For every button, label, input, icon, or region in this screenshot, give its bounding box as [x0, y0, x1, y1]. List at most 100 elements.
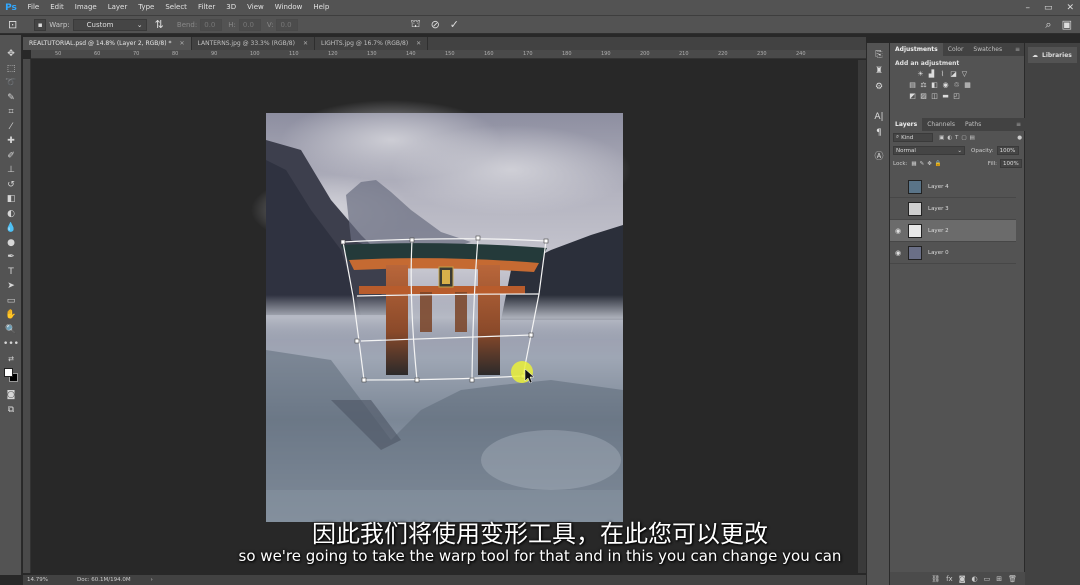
h-field[interactable]: 0.0: [238, 18, 261, 31]
clone-stamp-tool-icon[interactable]: ⊥: [0, 163, 22, 178]
pen-tool-icon[interactable]: ✒: [0, 250, 22, 265]
visibility-eye-icon[interactable]: ◉: [890, 227, 906, 235]
swap-colors-icon[interactable]: ⇄: [0, 352, 22, 367]
new-layer-icon[interactable]: ⊞: [996, 575, 1002, 583]
color-balance-icon[interactable]: ⚖: [919, 81, 928, 90]
type-tool-icon[interactable]: T: [0, 265, 22, 280]
hand-tool-icon[interactable]: ✋: [0, 308, 22, 323]
layer-row[interactable]: Layer 4: [890, 176, 1016, 198]
tab-color[interactable]: Color: [943, 43, 969, 56]
menu-view[interactable]: View: [242, 0, 270, 15]
lasso-tool-icon[interactable]: ➰: [0, 76, 22, 91]
curves-icon[interactable]: ⌇: [938, 70, 947, 79]
visibility-eye-icon[interactable]: ◉: [890, 249, 906, 257]
libraries-button[interactable]: ☁ Libraries: [1028, 47, 1077, 63]
levels-icon[interactable]: ▟: [927, 70, 936, 79]
menu-filter[interactable]: Filter: [192, 0, 220, 15]
blur-tool-icon[interactable]: 💧: [0, 221, 22, 236]
maximize-icon[interactable]: ▭: [1044, 3, 1053, 13]
close-icon[interactable]: ✕: [179, 40, 184, 47]
opacity-field[interactable]: 100%: [996, 146, 1019, 155]
menu-help[interactable]: Help: [308, 0, 335, 15]
threshold-icon[interactable]: ◫: [930, 92, 939, 101]
cancel-transform-icon[interactable]: ⊘: [431, 18, 440, 31]
close-icon[interactable]: ✕: [416, 40, 421, 47]
panel-menu-icon[interactable]: ≡: [1015, 46, 1020, 53]
gradient-map-icon[interactable]: ▬: [941, 92, 950, 101]
new-group-icon[interactable]: ▭: [984, 575, 991, 583]
character-icon[interactable]: A|: [867, 109, 891, 125]
tab-lanterns[interactable]: LANTERNS.jpg @ 33.3% (RGB/8) ✕: [192, 37, 315, 50]
menu-image[interactable]: Image: [69, 0, 102, 15]
color-swatches[interactable]: [0, 366, 22, 388]
search-icon[interactable]: ⌕: [1045, 18, 1051, 32]
eraser-tool-icon[interactable]: ◧: [0, 192, 22, 207]
filter-icons[interactable]: ▣◐T▢▤: [939, 135, 978, 141]
add-mask-icon[interactable]: ◙: [959, 575, 966, 583]
dodge-tool-icon[interactable]: ●: [0, 236, 22, 251]
minimize-icon[interactable]: –: [1025, 3, 1030, 13]
invert-icon[interactable]: ◩: [908, 92, 917, 101]
rectangle-tool-icon[interactable]: ▭: [0, 294, 22, 309]
menu-layer[interactable]: Layer: [102, 0, 133, 15]
v-field[interactable]: 0.0: [276, 18, 299, 31]
layer-row[interactable]: Layer 3: [890, 198, 1016, 220]
commit-transform-icon[interactable]: ✓: [450, 18, 459, 31]
crop-tool-icon[interactable]: ⌗: [0, 105, 22, 120]
tab-adjustments[interactable]: Adjustments: [890, 43, 943, 56]
history-icon[interactable]: ⎘: [867, 47, 891, 63]
kind-filter-select[interactable]: ⌕ Kind: [893, 133, 933, 142]
menu-window[interactable]: Window: [269, 0, 308, 15]
layer-style-icon[interactable]: fx: [946, 575, 953, 583]
glyphs-icon[interactable]: Ⓐ: [867, 147, 891, 163]
document-canvas[interactable]: [31, 60, 858, 573]
panel-menu-icon[interactable]: ≡: [1016, 121, 1021, 128]
menu-type[interactable]: Type: [133, 0, 160, 15]
blend-mode-select[interactable]: Normal ⌄: [893, 146, 965, 155]
warp-mode-icon[interactable]: ▪: [34, 18, 47, 31]
tab-paths[interactable]: Paths: [960, 118, 986, 131]
layer-row[interactable]: ◉ Layer 2: [890, 220, 1016, 242]
channel-mixer-icon[interactable]: ♲: [952, 81, 961, 90]
quick-mask-icon[interactable]: ◙: [0, 388, 22, 403]
menu-3d[interactable]: 3D: [221, 0, 242, 15]
hue-saturation-icon[interactable]: ▤: [908, 81, 917, 90]
tool-preset-icon[interactable]: ⊡: [8, 18, 17, 31]
menu-file[interactable]: File: [22, 0, 45, 15]
tab-lights[interactable]: LIGHTS.jpg @ 16.7% (RGB/8) ✕: [315, 37, 429, 50]
workspace-icon[interactable]: ▣: [1062, 18, 1072, 31]
tab-layers[interactable]: Layers: [890, 118, 923, 131]
history-brush-tool-icon[interactable]: ↺: [0, 178, 22, 193]
path-selection-tool-icon[interactable]: ➤: [0, 279, 22, 294]
color-lookup-icon[interactable]: ▦: [963, 81, 972, 90]
lock-icons[interactable]: ▦✎✥🔒: [911, 161, 944, 167]
properties-icon[interactable]: ⚙: [867, 79, 891, 95]
tab-realtutorial[interactable]: REALTUTORIAL.psd @ 14.8% (Layer 2, RGB/8…: [23, 37, 192, 50]
change-warp-orientation-icon[interactable]: ⇅: [155, 18, 164, 31]
quick-select-tool-icon[interactable]: ✎: [0, 91, 22, 106]
close-icon[interactable]: ✕: [303, 40, 308, 47]
bend-field[interactable]: 0.0: [200, 18, 223, 31]
tab-channels[interactable]: Channels: [922, 118, 960, 131]
selective-color-icon[interactable]: ◰: [952, 92, 961, 101]
vertical-scrollbar[interactable]: [858, 60, 866, 573]
fill-field[interactable]: 100%: [1000, 159, 1022, 168]
new-adjustment-icon[interactable]: ◐: [972, 575, 978, 583]
layer-row[interactable]: ◉ Layer 0: [890, 242, 1016, 264]
brush-tool-icon[interactable]: ✐: [0, 149, 22, 164]
marquee-tool-icon[interactable]: ⬚: [0, 62, 22, 77]
tab-swatches[interactable]: Swatches: [968, 43, 1007, 56]
puppet-warp-icon[interactable]: ⛫: [410, 17, 420, 32]
gradient-tool-icon[interactable]: ◐: [0, 207, 22, 222]
warp-style-select[interactable]: Custom ⌄: [72, 18, 147, 31]
paragraph-icon[interactable]: ¶: [867, 125, 891, 141]
actions-icon[interactable]: ♜: [867, 63, 891, 79]
trash-icon[interactable]: 🗑: [1008, 575, 1017, 583]
vibrance-icon[interactable]: ▽: [960, 70, 969, 79]
menu-select[interactable]: Select: [160, 0, 193, 15]
zoom-level[interactable]: 14.79%: [27, 577, 67, 583]
black-white-icon[interactable]: ◧: [930, 81, 939, 90]
link-layers-icon[interactable]: ⛓: [931, 575, 940, 583]
posterize-icon[interactable]: ▨: [919, 92, 928, 101]
more-tools-icon[interactable]: •••: [0, 337, 22, 352]
